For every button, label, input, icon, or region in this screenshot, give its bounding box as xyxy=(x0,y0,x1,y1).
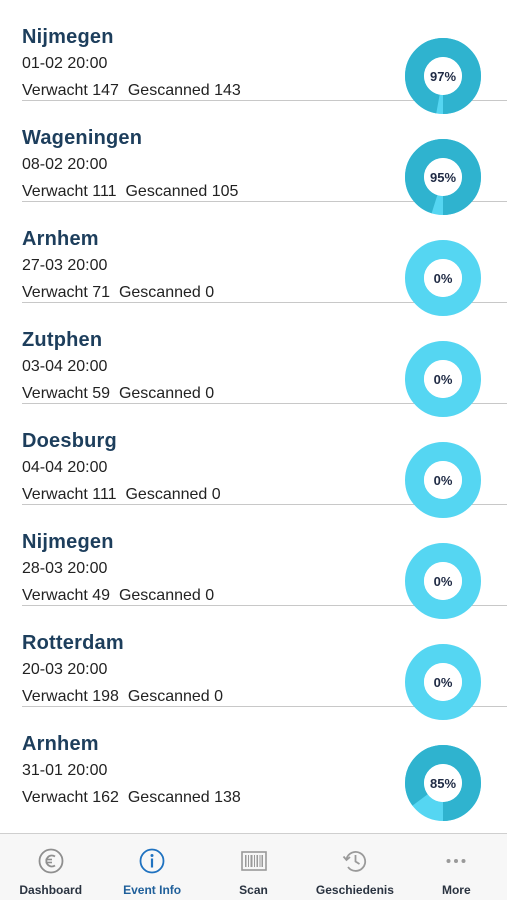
event-row[interactable]: Arnhem 27-03 20:00 Verwacht 71 Gescanned… xyxy=(22,202,507,316)
scanned-count: Gescanned 0 xyxy=(118,587,215,604)
scan-progress-donut: 85% xyxy=(405,745,481,821)
event-stats: Verwacht 198 Gescanned 0 xyxy=(22,689,223,705)
expected-count: Verwacht 162 xyxy=(22,789,119,806)
event-list: Nijmegen 01-02 20:00 Verwacht 147 Gescan… xyxy=(0,0,507,821)
event-datetime: 01-02 20:00 xyxy=(22,55,108,72)
expected-count: Verwacht 111 xyxy=(22,486,117,503)
event-stats: Verwacht 71 Gescanned 0 xyxy=(22,285,214,301)
event-row[interactable]: Rotterdam 20-03 20:00 Verwacht 198 Gesca… xyxy=(22,606,507,720)
scanned-count: Gescanned 105 xyxy=(125,183,239,200)
event-row[interactable]: Arnhem 31-01 20:00 Verwacht 162 Gescanne… xyxy=(22,707,507,821)
event-stats: Verwacht 111 Gescanned 0 xyxy=(22,487,221,503)
event-title: Arnhem xyxy=(22,228,99,250)
tab-label: Scan xyxy=(239,883,268,897)
tab-label: Event Info xyxy=(123,883,182,897)
event-stats: Verwacht 147 Gescanned 143 xyxy=(22,83,241,99)
scanned-count: Gescanned 143 xyxy=(127,82,241,99)
expected-count: Verwacht 111 xyxy=(22,183,117,200)
euro-icon xyxy=(36,846,66,876)
tab-dashboard[interactable]: Dashboard xyxy=(0,834,101,900)
tab-label: More xyxy=(441,883,471,897)
event-stats: Verwacht 162 Gescanned 138 xyxy=(22,790,241,806)
event-datetime: 03-04 20:00 xyxy=(22,358,108,375)
event-title: Arnhem xyxy=(22,733,99,755)
scanned-count: Gescanned 0 xyxy=(127,688,224,705)
scanned-count: Gescanned 0 xyxy=(118,385,215,402)
expected-count: Verwacht 147 xyxy=(22,82,119,99)
event-stats: Verwacht 49 Gescanned 0 xyxy=(22,588,214,604)
scan-progress-percent: 85% xyxy=(429,775,457,791)
event-stats: Verwacht 111 Gescanned 105 xyxy=(22,184,238,200)
event-datetime: 08-02 20:00 xyxy=(22,156,108,173)
tab-label: Geschiedenis xyxy=(315,883,394,897)
expected-count: Verwacht 71 xyxy=(22,284,111,301)
history-icon xyxy=(340,846,370,876)
event-title: Doesburg xyxy=(22,430,117,452)
event-title: Zutphen xyxy=(22,329,103,351)
event-row[interactable]: Nijmegen 01-02 20:00 Verwacht 147 Gescan… xyxy=(22,0,507,114)
scanned-count: Gescanned 0 xyxy=(125,486,221,503)
expected-count: Verwacht 59 xyxy=(22,385,111,402)
event-datetime: 20-03 20:00 xyxy=(22,661,108,678)
event-row[interactable]: Wageningen 08-02 20:00 Verwacht 111 Gesc… xyxy=(22,101,507,215)
tab-geschiedenis[interactable]: Geschiedenis xyxy=(304,834,405,900)
expected-count: Verwacht 198 xyxy=(22,688,119,705)
event-title: Nijmegen xyxy=(22,531,114,553)
barcode-icon xyxy=(239,846,269,876)
tab-bar: Dashboard Event Info Scan Geschiedenis M… xyxy=(0,833,507,900)
tab-more[interactable]: More xyxy=(406,834,507,900)
scanned-count: Gescanned 0 xyxy=(118,284,215,301)
tab-label: Dashboard xyxy=(19,883,83,897)
expected-count: Verwacht 49 xyxy=(22,587,111,604)
event-datetime: 27-03 20:00 xyxy=(22,257,108,274)
info-icon xyxy=(137,846,167,876)
more-icon xyxy=(441,846,471,876)
event-title: Rotterdam xyxy=(22,632,124,654)
event-datetime: 04-04 20:00 xyxy=(22,459,108,476)
event-row[interactable]: Zutphen 03-04 20:00 Verwacht 59 Gescanne… xyxy=(22,303,507,417)
event-row[interactable]: Doesburg 04-04 20:00 Verwacht 111 Gescan… xyxy=(22,404,507,518)
tab-scan[interactable]: Scan xyxy=(203,834,304,900)
event-stats: Verwacht 59 Gescanned 0 xyxy=(22,386,214,402)
event-datetime: 31-01 20:00 xyxy=(22,762,108,779)
scanned-count: Gescanned 138 xyxy=(127,789,241,806)
event-title: Nijmegen xyxy=(22,26,114,48)
event-row[interactable]: Nijmegen 28-03 20:00 Verwacht 49 Gescann… xyxy=(22,505,507,619)
event-datetime: 28-03 20:00 xyxy=(22,560,108,577)
event-title: Wageningen xyxy=(22,127,143,149)
tab-event-info[interactable]: Event Info xyxy=(101,834,202,900)
